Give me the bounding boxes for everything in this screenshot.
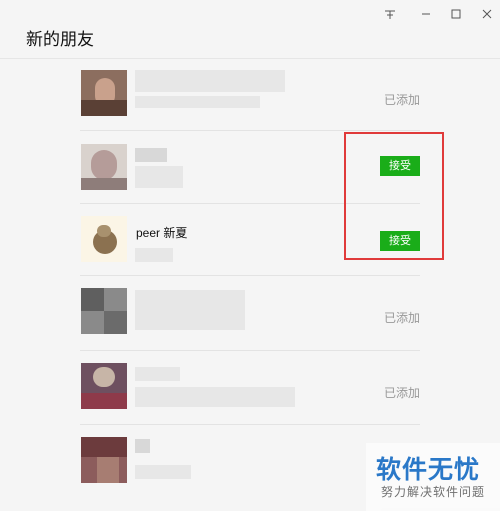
watermark-subtitle: 努力解决软件问题 — [381, 485, 486, 499]
list-item[interactable]: 已添加 — [80, 288, 420, 351]
blurred-name — [135, 148, 167, 162]
list-item[interactable]: 已添加 — [80, 363, 420, 425]
avatar — [81, 437, 127, 483]
title-divider — [0, 58, 500, 59]
list-item[interactable]: 已添加 — [80, 70, 420, 131]
blurred-name — [135, 290, 245, 330]
blurred-text — [135, 96, 260, 108]
status-added: 已添加 — [383, 386, 420, 400]
status-added: 已添加 — [383, 93, 420, 107]
avatar — [81, 288, 127, 334]
close-icon[interactable] — [477, 6, 497, 22]
new-friends-window: 新的朋友 已添加 接受 peer 新夏 接受 已添加 已添加 软件无忧 努力解决… — [0, 0, 500, 511]
minimize-icon[interactable] — [416, 6, 436, 22]
avatar — [81, 216, 127, 262]
friend-name: peer 新夏 — [136, 226, 188, 240]
blurred-name — [135, 367, 180, 381]
avatar — [81, 70, 127, 116]
page-title: 新的朋友 — [26, 30, 94, 49]
watermark-title: 软件无忧 — [376, 456, 481, 484]
avatar — [81, 144, 127, 190]
blurred-text — [135, 248, 173, 262]
status-added: 已添加 — [383, 311, 420, 325]
blurred-name — [135, 70, 285, 92]
blurred-name — [135, 439, 150, 453]
avatar — [81, 363, 127, 409]
blurred-text — [135, 387, 295, 407]
blurred-text — [135, 166, 183, 188]
blurred-text — [135, 465, 191, 479]
pin-icon[interactable] — [380, 6, 400, 22]
highlight-rectangle — [344, 132, 444, 260]
maximize-icon[interactable] — [446, 6, 466, 22]
